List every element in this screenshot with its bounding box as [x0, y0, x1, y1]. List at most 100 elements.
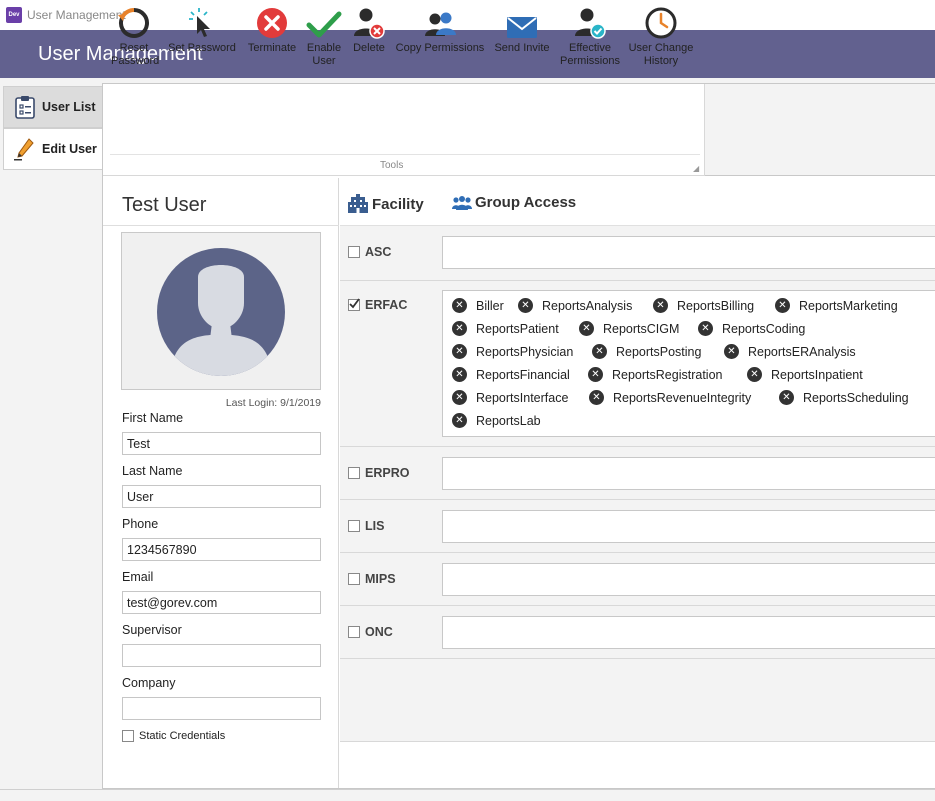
enable-user-button[interactable]: Enable User [304, 0, 344, 72]
checkmark-icon [349, 298, 360, 309]
remove-chip-icon[interactable]: ✕ [452, 390, 467, 405]
enable-user-label: Enable User [306, 42, 342, 67]
remove-chip-icon[interactable]: ✕ [747, 367, 762, 382]
group-chip-label: ReportsERAnalysis [748, 344, 856, 359]
email-field[interactable] [122, 591, 321, 614]
divider [103, 225, 339, 226]
remove-chip-icon[interactable]: ✕ [588, 367, 603, 382]
ribbon-group-label: Tools [380, 160, 404, 171]
remove-chip-icon[interactable]: ✕ [452, 298, 467, 313]
facility-mips[interactable]: MIPS [348, 572, 396, 586]
facility-erpro-groups[interactable] [442, 457, 935, 490]
remove-chip-icon[interactable]: ✕ [452, 367, 467, 382]
facility-asc-label: ASC [365, 245, 392, 259]
terminate-label: Terminate [247, 42, 297, 54]
tab-user-list-label: User List [42, 100, 96, 114]
facility-asc-checkbox[interactable] [348, 246, 360, 258]
clipboard-list-icon [15, 96, 35, 119]
static-credentials-option[interactable]: Static Credentials [122, 730, 225, 742]
facility-onc-checkbox[interactable] [348, 626, 360, 638]
user-check-icon [575, 8, 606, 39]
tab-facility-label: Facility [372, 195, 424, 213]
checkmark-icon [306, 11, 342, 38]
remove-chip-icon[interactable]: ✕ [452, 344, 467, 359]
remove-chip-icon[interactable]: ✕ [698, 321, 713, 336]
user-delete-icon [354, 8, 385, 39]
facility-lis-checkbox[interactable] [348, 520, 360, 532]
group-chip-label: ReportsPhysician [476, 344, 574, 359]
facility-lis[interactable]: LIS [348, 519, 384, 533]
facility-row-mips: MIPS [340, 553, 935, 606]
send-invite-button[interactable]: Send Invite [490, 0, 554, 72]
facility-asc[interactable]: ASC [348, 245, 391, 259]
group-chip-label: ReportsRevenueIntegrity [613, 390, 752, 405]
facility-row-lis: LIS [340, 500, 935, 553]
copy-permissions-button[interactable]: Copy Permissions [395, 0, 485, 72]
remove-chip-icon[interactable]: ✕ [775, 298, 790, 313]
terminate-icon [257, 8, 287, 38]
user-display-name: Test User [122, 194, 207, 216]
set-password-button[interactable]: Set Password [166, 0, 238, 72]
group-chip-label: ReportsScheduling [803, 390, 909, 405]
remove-chip-icon[interactable]: ✕ [579, 321, 594, 336]
first-name-field[interactable] [122, 432, 321, 455]
remove-chip-icon[interactable]: ✕ [653, 298, 668, 313]
user-photo[interactable] [121, 232, 321, 390]
tab-user-list[interactable]: User List [3, 86, 104, 128]
facility-erpro-checkbox[interactable] [348, 467, 360, 479]
company-field[interactable] [122, 697, 321, 720]
tab-edit-user-label: Edit User [42, 142, 97, 156]
group-chip: ✕ ReportsInpatient [747, 367, 863, 382]
last-name-label: Last Name [122, 464, 183, 478]
group-chip-label: ReportsBilling [677, 298, 755, 313]
phone-field[interactable] [122, 538, 321, 561]
effective-permissions-button[interactable]: Effective Permissions [558, 0, 622, 72]
copy-permissions-label: Copy Permissions [395, 42, 485, 54]
tab-group-access[interactable]: Group Access [452, 194, 576, 211]
facility-asc-groups[interactable] [442, 236, 935, 269]
remove-chip-icon[interactable]: ✕ [518, 298, 533, 313]
group-chip-label: ReportsCIGM [603, 321, 680, 336]
reset-password-button[interactable]: Reset Password [108, 0, 160, 72]
group-chip-label: ReportsLab [476, 413, 541, 428]
facility-mips-checkbox[interactable] [348, 573, 360, 585]
tab-edit-user[interactable]: Edit User [3, 128, 104, 170]
facility-erpro[interactable]: ERPRO [348, 466, 409, 480]
facility-lis-label: LIS [365, 519, 385, 533]
remove-chip-icon[interactable]: ✕ [779, 390, 794, 405]
last-name-field[interactable] [122, 485, 321, 508]
group-chip: ✕ ReportsFinancial [452, 367, 570, 382]
group-chip-label: Biller [476, 298, 504, 313]
facility-lis-groups[interactable] [442, 510, 935, 543]
remove-chip-icon[interactable]: ✕ [592, 344, 607, 359]
user-change-history-button[interactable]: User Change History [626, 0, 696, 72]
remove-chip-icon[interactable]: ✕ [589, 390, 604, 405]
pencil-icon [14, 138, 34, 161]
facility-onc-groups[interactable] [442, 616, 935, 649]
facility-erfac[interactable]: ERFAC [348, 298, 407, 312]
supervisor-field[interactable] [122, 644, 321, 667]
static-credentials-label: Static Credentials [139, 730, 226, 742]
group-chip: ✕ ReportsPatient [452, 321, 559, 336]
terminate-button[interactable]: Terminate [244, 0, 300, 72]
supervisor-label: Supervisor [122, 623, 182, 637]
remove-chip-icon[interactable]: ✕ [724, 344, 739, 359]
facility-erfac-checkbox[interactable] [348, 298, 360, 311]
group-chip: ✕ ReportsPosting [592, 344, 701, 359]
group-chip-label: ReportsInpatient [771, 367, 863, 382]
facility-onc[interactable]: ONC [348, 625, 393, 639]
tab-facility[interactable]: Facility [348, 194, 424, 214]
facility-onc-label: ONC [365, 625, 393, 639]
ribbon-empty-area [705, 84, 935, 176]
remove-chip-icon[interactable]: ✕ [452, 321, 467, 336]
remove-chip-icon[interactable]: ✕ [452, 413, 467, 428]
ribbon-expand-icon[interactable]: ◢ [693, 164, 699, 173]
group-chip: ✕ ReportsRegistration [588, 367, 722, 382]
delete-button[interactable]: Delete [349, 0, 389, 72]
facility-mips-groups[interactable] [442, 563, 935, 596]
set-password-label: Set Password [168, 42, 236, 54]
facility-erpro-label: ERPRO [365, 466, 410, 480]
static-credentials-checkbox[interactable] [122, 730, 134, 742]
envelope-icon [507, 17, 537, 38]
group-chip: ✕ ReportsERAnalysis [724, 344, 856, 359]
